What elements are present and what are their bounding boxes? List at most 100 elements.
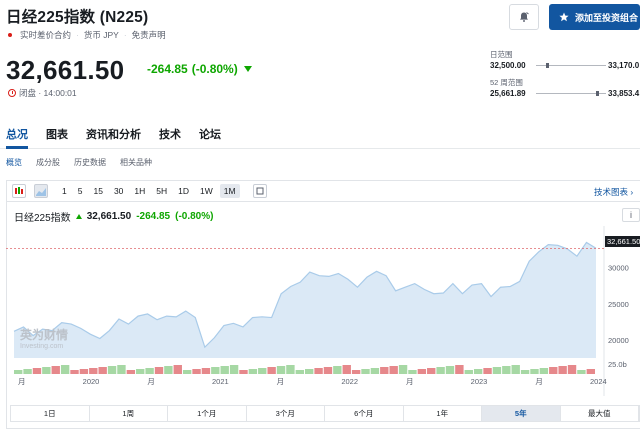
volume-bar [473,369,483,374]
add-to-portfolio-label: 添加至投资组合 [575,12,639,23]
interval-1m[interactable]: 1M [219,183,240,198]
volume-bar [145,368,154,374]
volume-bar [248,369,258,374]
alert-button[interactable] [509,4,539,30]
market-status: 闭盘 · 14:00:01 [8,87,77,99]
watermark-main: 英为财情 [20,328,69,342]
interval-30[interactable]: 30 [110,184,127,198]
volume-bar [455,365,464,374]
period-1d[interactable]: 1日 [11,406,90,421]
tabs-divider [0,148,640,149]
volume-bar [286,365,295,374]
area-chart-icon[interactable] [34,183,48,198]
volume-bar [398,365,408,374]
chart-legend: 日经225指数 32,661.50 -264.85 (-0.80%) [14,209,213,224]
volume-bar [42,367,51,374]
watermark-sub: Investing.com [20,343,64,350]
legend-change: -264.85 [136,211,171,222]
period-selector: 1日 1周 1个月 3个月 6个月 1年 5年 最大值 [10,405,640,422]
volume-bar [502,366,511,374]
sub-tabs: 概览 成分股 历史数据 相关品种 [6,157,152,168]
interval-1d[interactable]: 1D [174,184,193,198]
legend-value: 32,661.50 [86,211,132,222]
volume-bar [136,369,145,374]
last-price: 32,661.50 [6,55,125,85]
star-icon [559,12,569,22]
x-tick-label: 2024 [590,377,607,386]
interval-1[interactable]: 1 [58,184,71,198]
volume-bar [314,368,323,374]
down-arrow-icon [243,66,252,72]
candlestick-icon[interactable] [12,183,26,198]
period-6m[interactable]: 6个月 [325,406,404,421]
volume-bar [14,370,23,374]
volume-bar [492,367,502,374]
volume-bar [586,369,595,374]
volume-bar [342,365,351,374]
up-triangle-icon [75,214,82,219]
technical-chart-link[interactable]: 技术图表 › [594,186,633,198]
volume-bar [464,370,473,374]
subtab-historical-data[interactable]: 历史数据 [74,157,106,168]
change-value: -264.85 [147,62,188,76]
x-tick-label: 月 [406,377,414,386]
volume-bar [23,369,32,374]
period-1m[interactable]: 1个月 [168,406,247,421]
volume-bar [126,370,136,374]
tab-overview[interactable]: 总况 [6,126,28,142]
tab-chart[interactable]: 图表 [46,126,68,142]
volume-bar [520,370,530,374]
subtab-related[interactable]: 相关品种 [120,157,152,168]
x-tick-label: 2020 [83,377,100,386]
currency: 货币 JPY [83,30,119,40]
volume-axis-label: 25.0b [608,360,627,369]
current-price-tag: 32,661.50 [605,236,640,247]
volume-bar [323,367,333,374]
interval-1h[interactable]: 1H [130,184,149,198]
volume-bar [117,365,126,374]
chart-settings-icon[interactable] [252,183,267,198]
add-to-portfolio-button[interactable]: 添加至投资组合 [549,4,640,30]
volume-bar [229,365,239,374]
price-chart[interactable]: 20000 25000 30000 25.0b 月 2020 月 2021 月 2022 月 2023… [6,226,640,404]
period-5y[interactable]: 5年 [482,406,561,421]
volume-bar [173,365,182,374]
volume-bar [239,370,248,374]
subtab-components[interactable]: 成分股 [36,157,60,168]
volume-bar [182,370,192,374]
volume-bar [164,366,173,374]
period-1w[interactable]: 1周 [90,406,168,421]
interval-5h[interactable]: 5H [152,184,171,198]
volume-bar [351,370,361,374]
x-tick-label: 2021 [212,377,229,386]
tab-news-analysis[interactable]: 资讯和分析 [86,126,141,142]
x-tick-label: 月 [147,377,155,386]
week52-range-bar [536,91,606,96]
period-3m[interactable]: 3个月 [247,406,325,421]
period-max[interactable]: 最大值 [561,406,639,421]
volume-bar [295,370,304,374]
week52-range-high: 33,853.4 [608,89,640,98]
interval-5[interactable]: 5 [74,184,87,198]
volume-bar [79,369,89,374]
volume-bar [333,366,342,374]
subtab-overview[interactable]: 概览 [6,157,22,168]
volume-bar [258,368,267,374]
contract-type: 实时差价合约 [20,30,72,40]
interval-15[interactable]: 15 [89,184,106,198]
volume-bar [530,369,539,374]
chart-toolbar: 1 5 15 30 1H 5H 1D 1W 1M [6,180,640,202]
tab-technical[interactable]: 技术 [159,126,181,142]
tab-forum[interactable]: 论坛 [199,126,221,142]
volume-bar [192,369,201,374]
x-tick-label: 月 [535,377,543,386]
interval-1w[interactable]: 1W [196,184,217,198]
volume-bar [305,369,314,374]
price-area-fill [14,242,596,358]
page-title: 日经225指数 (N225) [6,9,149,26]
volume-bar [267,367,276,374]
volume-bar [154,367,164,374]
info-icon[interactable]: i [622,208,640,222]
period-1y[interactable]: 1年 [404,406,482,421]
disclaimer-link[interactable]: 免责声明 [132,29,166,41]
